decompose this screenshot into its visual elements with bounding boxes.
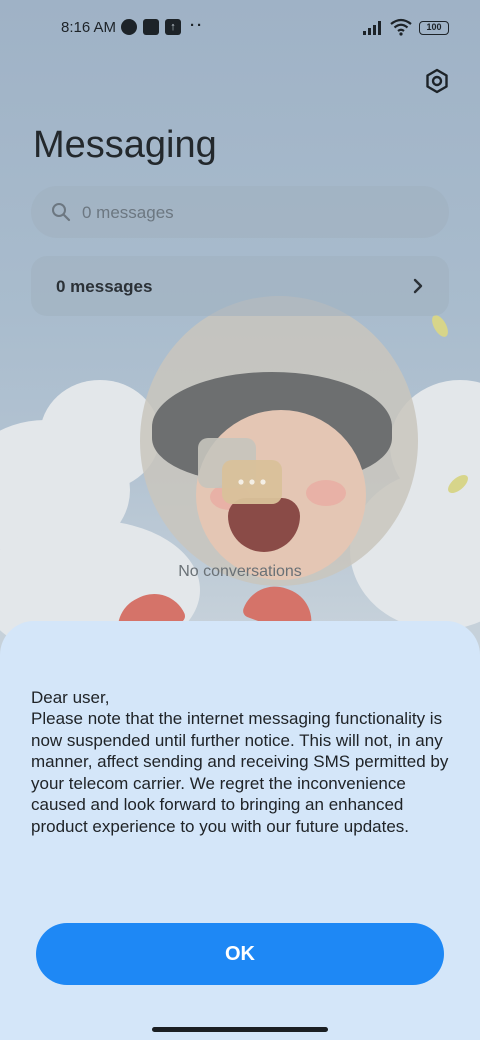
chevron-right-icon [413,278,423,294]
notification-icon-2 [143,19,159,35]
wifi-icon [390,18,412,36]
chat-bubble-icon [198,438,282,504]
messages-summary-card[interactable]: 0 messages [31,256,449,316]
upload-icon: ↑ [165,19,181,35]
status-bar: 8:16 AM ↑ ·· 100 [0,0,480,56]
search-placeholder: 0 messages [82,203,174,222]
settings-icon[interactable] [424,68,450,94]
home-indicator[interactable] [152,1027,328,1032]
notice-message: Please note that the internet messaging … [31,709,449,836]
notification-icon-1 [121,19,137,35]
messages-count-label: 0 messages [56,277,153,296]
battery-icon: 100 [419,21,449,35]
ok-button[interactable]: OK [36,923,444,985]
signal-icon [363,21,381,35]
search-input[interactable]: 0 messages [31,186,449,238]
notice-greeting: Dear user, [31,688,110,707]
empty-state-text: No conversations [178,563,302,580]
notice-dialog: Dear user, Please note that the internet… [0,621,480,1040]
page-title: Messaging [33,124,217,166]
status-time: 8:16 AM [61,19,117,36]
more-notifications-icon: ·· [190,17,204,34]
search-icon [52,203,71,222]
